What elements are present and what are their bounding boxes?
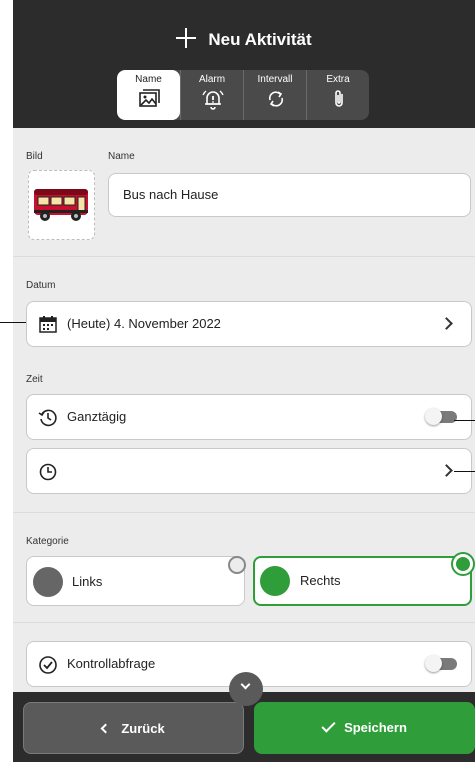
category-option-links[interactable]: Links xyxy=(26,556,245,606)
category-label: Kategorie xyxy=(26,536,69,547)
calendar-icon xyxy=(39,316,57,333)
check-toggle[interactable] xyxy=(425,655,457,672)
annotation-pointer xyxy=(454,471,475,472)
header: Neu Aktivität Name Alarm Intervall Extra xyxy=(13,0,475,128)
app-screen: Neu Aktivität Name Alarm Intervall Extra… xyxy=(13,0,475,762)
save-button[interactable]: Speichern xyxy=(254,702,475,754)
all-day-toggle[interactable] xyxy=(425,408,457,425)
plus-icon xyxy=(176,28,197,48)
image-picker[interactable] xyxy=(28,170,95,240)
toggle-knob xyxy=(425,408,442,425)
all-day-row[interactable]: Ganztägig xyxy=(26,394,472,440)
tab-intervall[interactable]: Intervall xyxy=(243,70,306,120)
image-label: Bild xyxy=(26,151,43,162)
back-button[interactable]: Zurück xyxy=(23,702,244,754)
bus-icon xyxy=(34,189,88,221)
divider xyxy=(13,256,475,257)
check-circle-icon xyxy=(39,656,57,674)
category-radio-rechts[interactable] xyxy=(453,554,473,574)
time-picker[interactable] xyxy=(26,448,472,494)
date-picker[interactable]: (Heute) 4. November 2022 xyxy=(26,301,472,347)
date-value: (Heute) 4. November 2022 xyxy=(67,316,221,331)
toggle-knob xyxy=(425,655,442,672)
paperclip-icon xyxy=(335,90,343,107)
history-icon xyxy=(38,409,57,427)
tab-extra[interactable]: Extra xyxy=(306,70,369,120)
repeat-icon xyxy=(268,91,284,107)
name-input[interactable]: Bus nach Hause xyxy=(108,173,471,217)
category-color-swatch xyxy=(33,567,63,597)
chevron-right-icon xyxy=(440,317,453,330)
check-label: Kontrollabfrage xyxy=(67,656,156,671)
divider xyxy=(13,622,475,623)
page-title: Neu Aktivität xyxy=(13,28,475,50)
category-radio-links[interactable] xyxy=(228,556,246,574)
name-label: Name xyxy=(108,151,135,162)
all-day-label: Ganztägig xyxy=(67,409,127,424)
category-color-swatch xyxy=(260,566,290,596)
chevron-left-icon xyxy=(100,723,111,734)
chevron-down-icon xyxy=(240,679,251,690)
tab-bar: Name Alarm Intervall Extra xyxy=(117,70,369,120)
category-option-rechts[interactable]: Rechts xyxy=(253,556,472,606)
alarm-bell-icon xyxy=(202,90,224,110)
check-icon xyxy=(321,718,336,733)
date-label: Datum xyxy=(26,280,56,291)
tab-alarm[interactable]: Alarm xyxy=(180,70,243,120)
annotation-pointer xyxy=(454,420,475,421)
category-option-label: Links xyxy=(72,574,103,589)
tab-name[interactable]: Name xyxy=(117,70,180,120)
annotation-pointer xyxy=(0,322,26,323)
chevron-right-icon xyxy=(440,464,453,477)
clock-icon xyxy=(39,463,57,481)
time-label: Zeit xyxy=(26,374,43,385)
image-icon xyxy=(139,89,160,107)
scroll-down-button[interactable] xyxy=(229,672,263,706)
category-option-label: Rechts xyxy=(300,573,341,588)
divider xyxy=(13,512,475,513)
